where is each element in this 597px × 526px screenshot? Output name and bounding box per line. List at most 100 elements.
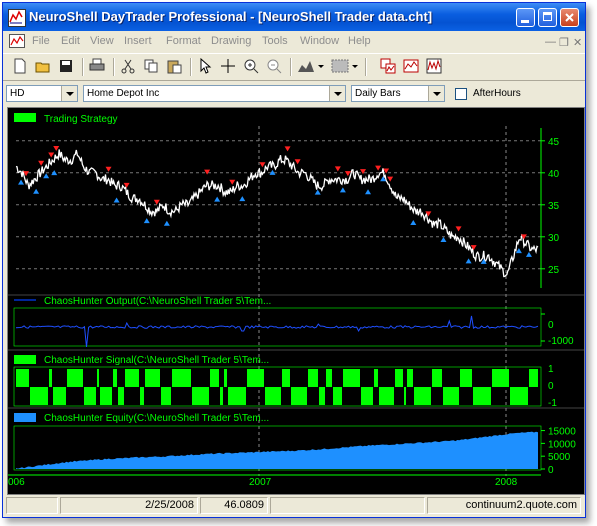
afterhours-label: AfterHours xyxy=(473,88,521,99)
period-select[interactable]: Daily Bars xyxy=(351,85,445,102)
price-tick-label: 30 xyxy=(548,233,560,244)
toolbar-separator xyxy=(113,58,115,76)
buy-marker xyxy=(525,251,532,257)
menu-insert[interactable]: Insert xyxy=(124,35,152,47)
signal-series xyxy=(16,369,538,405)
open-icon[interactable] xyxy=(35,58,53,76)
sell-marker xyxy=(123,182,130,188)
signal-legend-swatch xyxy=(14,355,36,364)
signal-short-bar xyxy=(414,387,431,405)
menu-file[interactable]: File xyxy=(32,35,50,47)
buy-marker xyxy=(18,179,25,185)
signal-long-bar xyxy=(97,369,99,387)
period-value: Daily Bars xyxy=(355,88,401,99)
print-icon[interactable] xyxy=(89,58,107,76)
equity-tick-label: 10000 xyxy=(548,439,576,450)
sell-marker xyxy=(334,166,341,172)
buy-marker xyxy=(465,258,472,264)
app-window: NeuroShell DayTrader Professional - [Neu… xyxy=(2,2,586,518)
menu-help[interactable]: Help xyxy=(348,35,371,47)
mdi-close-icon[interactable]: ✕ xyxy=(573,36,582,49)
minimize-button[interactable] xyxy=(516,8,535,27)
chart-area[interactable]: Trading Strategy 25 30 35 40 45 ChaosHunter … xyxy=(7,107,585,495)
sell-marker xyxy=(294,159,301,165)
price-axis: 25 30 35 40 45 xyxy=(541,137,560,276)
cut-icon[interactable] xyxy=(120,58,138,76)
signal-short-bar xyxy=(473,387,491,405)
app-icon xyxy=(8,9,26,27)
mdi-minimize-icon[interactable]: — xyxy=(545,36,556,48)
sell-marker xyxy=(48,152,55,158)
menu-format[interactable]: Format xyxy=(166,35,201,47)
signal-long-bar xyxy=(67,369,83,387)
signal-long-bar xyxy=(224,369,227,387)
chart-type-icon[interactable] xyxy=(297,58,325,76)
signal-long-bar xyxy=(113,369,117,387)
chart-doc-icon[interactable] xyxy=(9,34,25,48)
toolbar xyxy=(3,53,585,81)
menu-tools[interactable]: Tools xyxy=(262,35,288,47)
maximize-button[interactable] xyxy=(538,8,557,27)
x-tick-label: 006 xyxy=(8,477,25,488)
company-value: Home Depot Inc xyxy=(87,88,160,99)
window-title: NeuroShell DayTrader Professional - [Neu… xyxy=(29,9,433,24)
crosshair-icon[interactable] xyxy=(220,58,238,76)
sell-marker xyxy=(375,165,382,171)
chevron-down-icon[interactable] xyxy=(329,86,345,101)
signal-short-bar xyxy=(361,387,373,405)
signal-long-bar xyxy=(432,369,442,387)
chart-canvas[interactable]: Trading Strategy 25 30 35 40 45 ChaosHunter … xyxy=(8,108,584,494)
paste-icon[interactable] xyxy=(166,58,184,76)
copy-icon[interactable] xyxy=(143,58,161,76)
indicator-icon[interactable] xyxy=(380,58,398,76)
signal-short-bar xyxy=(443,387,459,405)
toolbar-separator xyxy=(365,58,367,76)
afterhours-checkbox[interactable] xyxy=(455,88,467,100)
save-icon[interactable] xyxy=(58,58,76,76)
close-icon xyxy=(565,13,574,22)
sell-marker xyxy=(204,169,211,175)
buy-marker xyxy=(515,248,522,254)
title-bar[interactable]: NeuroShell DayTrader Professional - [Neu… xyxy=(3,3,585,31)
pointer-icon[interactable] xyxy=(197,58,215,76)
buy-marker xyxy=(440,237,447,243)
output-series xyxy=(15,315,539,348)
menu-view[interactable]: View xyxy=(90,35,114,47)
menu-edit[interactable]: Edit xyxy=(61,35,80,47)
signal-short-bar xyxy=(118,387,124,405)
menu-drawing[interactable]: Drawing xyxy=(211,35,251,47)
zoom-in-icon[interactable] xyxy=(243,58,261,76)
toolbar-separator xyxy=(290,58,292,76)
buy-marker xyxy=(43,173,50,179)
signal-long-bar xyxy=(460,369,472,387)
status-server: continuum2.quote.com xyxy=(427,497,581,514)
output-tick-label: 0 xyxy=(548,320,554,331)
symbol-select[interactable]: HD xyxy=(6,85,78,102)
zoom-out-icon[interactable] xyxy=(266,58,284,76)
signal-short-bar xyxy=(192,387,209,405)
status-panel xyxy=(270,497,425,514)
sell-marker xyxy=(259,162,266,168)
status-panel xyxy=(6,497,58,514)
mdi-restore-icon[interactable]: ❐ xyxy=(559,36,569,49)
symbol-value: HD xyxy=(10,88,25,99)
fill-pattern-icon[interactable] xyxy=(331,58,359,76)
signal-short-bar xyxy=(161,387,171,405)
menu-window[interactable]: Window xyxy=(300,35,339,47)
signal-long-bar xyxy=(247,369,264,387)
new-icon[interactable] xyxy=(12,58,30,76)
signal-tick-label: -1 xyxy=(548,398,557,409)
close-button[interactable] xyxy=(560,8,579,27)
optimize-icon[interactable] xyxy=(403,58,421,76)
sell-marker xyxy=(359,169,366,175)
status-bar: 2/25/2008 46.0809 continuum2.quote.com xyxy=(3,495,585,517)
company-select[interactable]: Home Depot Inc xyxy=(83,85,346,102)
signal-long-bar xyxy=(407,369,413,387)
buy-marker xyxy=(214,196,221,202)
sell-marker xyxy=(38,160,45,166)
chevron-down-icon[interactable] xyxy=(428,86,444,101)
menu-bar: File Edit View Insert Format Drawing Too… xyxy=(3,31,585,52)
data-series-icon[interactable] xyxy=(426,58,444,76)
chevron-down-icon[interactable] xyxy=(61,86,77,101)
sell-marker xyxy=(387,176,394,182)
